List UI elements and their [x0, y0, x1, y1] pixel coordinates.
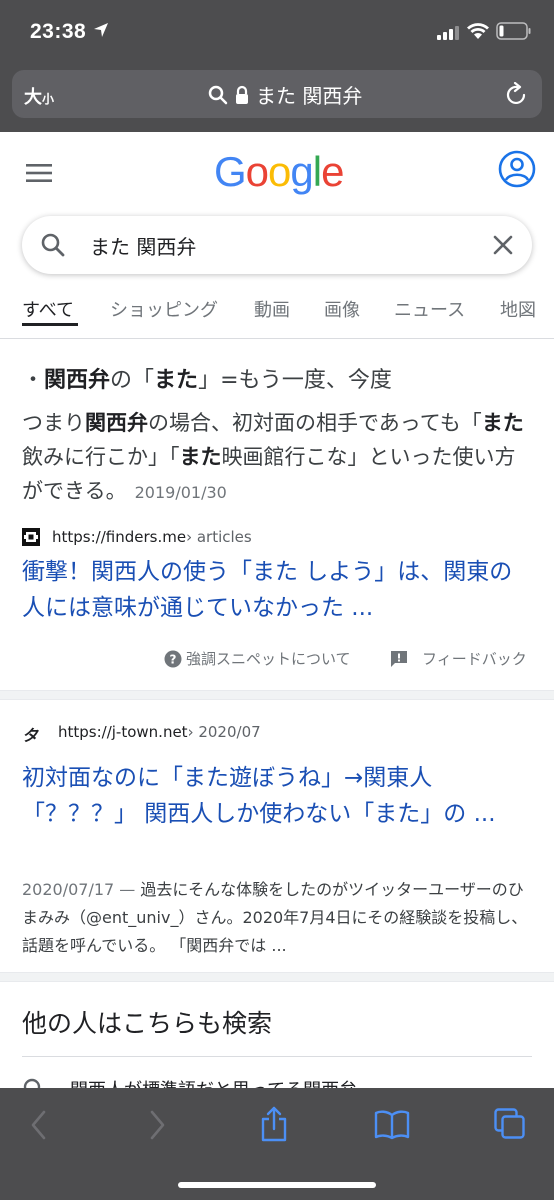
- tab-all[interactable]: すべて: [22, 296, 74, 322]
- logo-letter: o: [245, 148, 269, 195]
- bookmarks-icon[interactable]: [374, 1110, 410, 1140]
- result-source[interactable]: タ https://j-town.net › 2020/07: [22, 722, 261, 745]
- about-snippet-button[interactable]: ? 強調スニペットについて: [164, 648, 351, 669]
- finders-favicon-icon: [22, 528, 40, 546]
- text-size-button[interactable]: 大小: [24, 83, 54, 109]
- active-tab-indicator: [22, 323, 78, 326]
- google-header: Google: [0, 132, 554, 214]
- browser-address-area: 大小 また 関西弁: [0, 62, 554, 132]
- clear-icon[interactable]: [492, 234, 514, 256]
- logo-letter: o: [268, 148, 291, 195]
- result-title-link[interactable]: 初対面なのに「また遊ぼうね」→関東人「？？？」 関西人しか使わない「また」の .…: [22, 760, 534, 832]
- section-separator: [0, 690, 554, 700]
- featured-snippet: ・関西弁の「また」=もう一度、今度 つまり関西弁の場合、初対面の相手であっても「…: [0, 340, 554, 690]
- section-separator: [0, 972, 554, 982]
- wifi-icon: [467, 23, 489, 39]
- cellular-signal-icon: [437, 26, 459, 40]
- snippet-text: つまり関西弁の場合、初対面の相手であっても「また飲みに行こか」「また映画館行こな…: [22, 411, 524, 503]
- search-result: タ https://j-town.net › 2020/07 初対面なのに「また…: [0, 700, 554, 972]
- result-date: 2020/07/17 —: [22, 880, 141, 899]
- account-icon[interactable]: [498, 150, 536, 188]
- feedback-icon: [391, 650, 407, 667]
- battery-icon: [496, 22, 531, 40]
- tabs-icon[interactable]: [494, 1108, 526, 1140]
- search-input[interactable]: また 関西弁: [90, 231, 196, 260]
- share-icon[interactable]: [258, 1106, 290, 1142]
- source-url: https://j-town.net: [58, 723, 188, 741]
- google-logo-text: Google: [214, 148, 344, 195]
- home-indicator: [178, 1182, 376, 1188]
- logo-letter: e: [321, 148, 344, 195]
- status-time: 23:38: [30, 20, 87, 43]
- back-icon[interactable]: [28, 1108, 50, 1142]
- jtown-favicon-icon: タ: [22, 726, 39, 745]
- source-breadcrumb: › articles: [186, 528, 252, 546]
- tab-images[interactable]: 画像: [324, 296, 360, 322]
- search-icon: [208, 85, 228, 104]
- tab-shopping[interactable]: ショッピング: [110, 296, 218, 322]
- snippet-heading: ・関西弁の「また」=もう一度、今度: [22, 368, 392, 393]
- people-also-search-title: 他の人はこちらも検索: [22, 1009, 273, 1038]
- feedback-button[interactable]: フィードバック: [390, 648, 527, 669]
- svg-text:?: ?: [170, 652, 177, 666]
- tab-videos[interactable]: 動画: [254, 296, 290, 322]
- snippet-footer: ? 強調スニペットについて フィードバック: [0, 646, 554, 676]
- address-bar[interactable]: 大小 また 関西弁: [12, 70, 542, 118]
- reload-icon[interactable]: [506, 82, 528, 106]
- search-box[interactable]: また 関西弁: [22, 216, 532, 274]
- search-tabs: すべて ショッピング 動画 画像 ニュース 地図: [0, 290, 554, 336]
- forward-icon[interactable]: [146, 1108, 168, 1142]
- divider: [22, 1056, 532, 1057]
- status-bar: 23:38: [0, 0, 554, 62]
- location-arrow-icon: [94, 23, 108, 37]
- logo-letter: G: [214, 148, 247, 195]
- lock-icon: [236, 85, 248, 104]
- source-url: https://finders.me: [52, 528, 187, 546]
- logo-letter: g: [290, 148, 313, 195]
- tabs-divider: [0, 338, 554, 339]
- source-breadcrumb: › 2020/07: [187, 723, 261, 741]
- tab-maps[interactable]: 地図: [500, 296, 536, 322]
- help-icon: ?: [164, 650, 182, 667]
- snippet-source[interactable]: https://finders.me › articles: [22, 528, 252, 546]
- people-also-search: 他の人はこちらも検索 関西人が標準語だと思ってる関西弁: [0, 984, 554, 1101]
- address-display[interactable]: また 関西弁: [208, 80, 362, 109]
- address-query: また 関西弁: [256, 84, 363, 108]
- google-logo[interactable]: Google: [214, 148, 344, 196]
- result-snippet: 2020/07/17 — 過去にそんな体験をしたのがツイッターユーザーのひまみみ…: [22, 880, 528, 955]
- search-icon[interactable]: [40, 232, 66, 258]
- menu-icon[interactable]: [26, 163, 52, 183]
- result-title-link[interactable]: 衝撃！関西人の使う「また しよう」は、関東の人には意味が通じていなかった ...: [22, 554, 534, 626]
- snippet-date: 2019/01/30: [134, 483, 227, 502]
- tab-news[interactable]: ニュース: [394, 296, 465, 322]
- logo-letter: l: [312, 148, 322, 195]
